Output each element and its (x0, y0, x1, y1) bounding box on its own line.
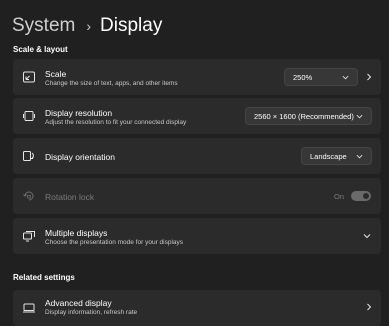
chevron-down-icon[interactable] (363, 232, 371, 240)
chevron-right-icon[interactable] (365, 73, 373, 81)
display-resolution-title: Display resolution (45, 108, 113, 118)
multiple-displays-title: Multiple displays (45, 228, 108, 238)
breadcrumb-separator: › (86, 18, 92, 34)
breadcrumb-system[interactable]: System (12, 15, 75, 37)
advanced-display-subtitle: Display information, refresh rate (45, 309, 138, 316)
rotation-lock-state: On (334, 192, 345, 201)
section-header-related-settings: Related settings (13, 273, 75, 282)
display-resolution-dropdown[interactable]: 2560 × 1600 (Recommended) (245, 107, 372, 125)
toggle-knob (363, 193, 369, 199)
display-resolution-subtitle: Adjust the resolution to fit your connec… (45, 119, 187, 126)
section-header-scale-layout: Scale & layout (13, 45, 68, 54)
breadcrumb: System › Display (12, 12, 162, 40)
orientation-icon (22, 149, 36, 163)
scale-subtitle: Change the size of text, apps, and other… (45, 80, 178, 87)
rotation-lock-title: Rotation lock (45, 192, 95, 202)
chevron-down-icon (356, 154, 363, 159)
display-resolution-value: 2560 × 1600 (Recommended) (254, 111, 354, 121)
resolution-icon (22, 109, 36, 123)
scale-card[interactable]: Scale Change the size of text, apps, and… (13, 59, 381, 95)
scale-icon (22, 70, 36, 84)
display-orientation-value: Landscape (310, 151, 347, 161)
display-resolution-card: Display resolution Adjust the resolution… (13, 98, 381, 134)
monitor-icon (22, 301, 36, 315)
page-title: Display (100, 15, 163, 36)
scale-dropdown[interactable]: 250% (284, 68, 358, 86)
multiple-displays-icon (22, 229, 36, 243)
display-orientation-title: Display orientation (45, 152, 115, 162)
scale-title: Scale (45, 69, 67, 79)
display-orientation-card: Display orientation Landscape (13, 138, 381, 174)
multiple-displays-card[interactable]: Multiple displays Choose the presentatio… (13, 218, 381, 254)
chevron-down-icon (356, 114, 363, 119)
chevron-right-icon[interactable] (365, 303, 373, 311)
multiple-displays-subtitle: Choose the presentation mode for your di… (45, 239, 184, 246)
advanced-display-card[interactable]: Advanced display Display information, re… (13, 290, 381, 326)
rotation-lock-toggle[interactable] (351, 191, 371, 201)
scale-dropdown-value: 250% (293, 72, 313, 82)
rotation-lock-card: Rotation lock On (13, 178, 381, 214)
rotation-lock-icon (22, 189, 36, 203)
advanced-display-title: Advanced display (45, 298, 112, 308)
chevron-down-icon (342, 75, 349, 80)
display-orientation-dropdown[interactable]: Landscape (301, 147, 372, 165)
